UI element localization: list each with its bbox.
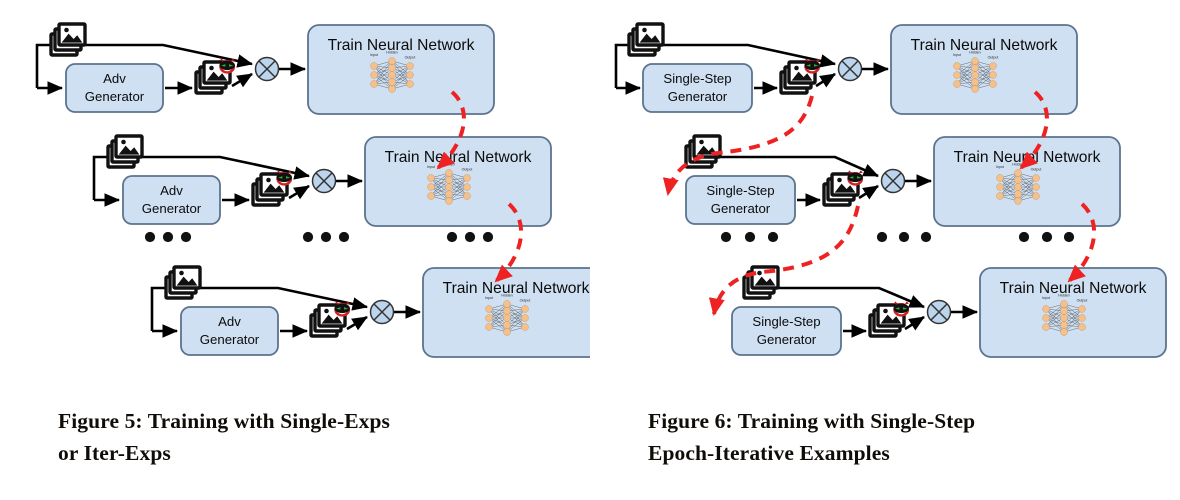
nn-layer-label-input: Input [370, 53, 378, 57]
adv-generator-label-line1: Adv [103, 71, 126, 86]
pipeline-row-3: Adv Generator Train Neural Network Input… [150, 265, 590, 358]
ellipsis-group-2 [302, 231, 350, 243]
adv-generator-label-line2: Generator [200, 332, 260, 347]
nn-layer-label-input: Input [427, 165, 435, 169]
pipeline-row-3: Single-Step Generator Train Neural Netwo… [731, 265, 1167, 358]
nn-layer-label-input: Input [996, 165, 1004, 169]
train-neural-network-label: Train Neural Network [911, 37, 1058, 54]
pipeline-row-1: Single-Step Generator Train Neural Netwo… [614, 22, 1078, 115]
adv-to-merge-arrow [858, 184, 879, 200]
train-neural-network-label: Train Neural Network [328, 37, 475, 54]
clean-image-stack [49, 22, 87, 57]
merge-node [837, 56, 863, 82]
nn-layer-label-output: Output [405, 56, 416, 60]
figure-5-panel: Adv Generator Train Neural Network Input… [0, 0, 590, 500]
train-neural-network-box: Train Neural Network Input Hidden Output [422, 267, 590, 358]
adversarial-image-stack [822, 170, 864, 207]
single-step-generator-box: Single-Step Generator [642, 63, 753, 113]
nn-layer-label-hidden: Hidden [969, 50, 980, 54]
adv-to-merge-arrow [904, 315, 925, 331]
merge-node [880, 168, 906, 194]
figure-5-diagram: Adv Generator Train Neural Network Input… [35, 22, 590, 358]
figure-5-caption-line-2: or Iter-Exps [58, 441, 171, 465]
ellipsis-group-3 [446, 231, 494, 243]
adversarial-image-stack [194, 58, 236, 95]
single-step-generator-box: Single-Step Generator [731, 306, 842, 356]
merge-node [369, 299, 395, 325]
figure-6-diagram: Single-Step Generator Train Neural Netwo… [614, 22, 1167, 358]
adversarial-image-stack [779, 58, 821, 95]
merge-node [311, 168, 337, 194]
adv-generator-label-line1: Adv [218, 314, 241, 329]
merge-node [254, 56, 280, 82]
single-step-generator-label-line2: Generator [668, 89, 728, 104]
ellipsis-group-2 [876, 231, 932, 243]
train-neural-network-box: Train Neural Network Input Hidden Output [307, 24, 495, 115]
figure-5-caption-line-1: Figure 5: Training with Single-Exps [58, 409, 391, 433]
pipeline-row-2: Adv Generator Train Neural Network Input… [92, 134, 552, 227]
nn-layer-label-output: Output [1077, 299, 1088, 303]
figure-root: Adv Generator Train Neural Network Input… [0, 0, 1180, 500]
adv-to-merge-arrow [346, 315, 368, 331]
nn-layer-label-hidden: Hidden [1058, 293, 1069, 297]
train-neural-network-label: Train Neural Network [443, 280, 590, 297]
train-neural-network-label: Train Neural Network [1000, 280, 1147, 297]
adversarial-image-stack [309, 301, 351, 338]
train-neural-network-box: Train Neural Network Input Hidden Output [933, 136, 1121, 227]
adv-generator-box: Adv Generator [122, 175, 221, 225]
nn-layer-label-input: Input [953, 53, 961, 57]
single-step-generator-label-line2: Generator [711, 201, 771, 216]
nn-layer-label-output: Output [462, 168, 473, 172]
figure-6-caption-line-2: Epoch-Iterative Examples [648, 441, 890, 465]
single-step-generator-label-line2: Generator [757, 332, 817, 347]
merge-node [926, 299, 952, 325]
ellipsis-group-1 [720, 231, 779, 243]
ellipsis-row [144, 231, 494, 243]
ellipsis-row [720, 231, 1075, 243]
ellipsis-group-1 [144, 231, 192, 243]
clean-image-stack [627, 22, 665, 57]
figure-6-caption-line-1: Figure 6: Training with Single-Step [648, 409, 976, 433]
adv-to-merge-arrow [815, 72, 836, 88]
figure-6-panel: Single-Step Generator Train Neural Netwo… [590, 0, 1180, 500]
adversarial-image-stack [868, 301, 910, 338]
clean-image-stack [164, 265, 202, 300]
nn-layer-label-output: Output [520, 299, 531, 303]
train-neural-network-label: Train Neural Network [385, 149, 532, 166]
nn-layer-label-hidden: Hidden [386, 50, 397, 54]
single-step-generator-box: Single-Step Generator [685, 175, 796, 225]
train-neural-network-box: Train Neural Network Input Hidden Output [890, 24, 1078, 115]
adv-generator-box: Adv Generator [65, 63, 164, 113]
clean-image-stack [106, 134, 144, 169]
nn-layer-label-output: Output [1031, 168, 1042, 172]
train-neural-network-box: Train Neural Network Input Hidden Output [364, 136, 552, 227]
adversarial-image-stack [251, 170, 293, 207]
adv-generator-label-line2: Generator [142, 201, 202, 216]
figure-5-caption: Figure 5: Training with Single-Exps or I… [58, 405, 558, 469]
pipeline-row-1: Adv Generator Train Neural Network Input… [35, 22, 495, 115]
nn-layer-label-input: Input [1042, 296, 1050, 300]
adv-to-merge-arrow [288, 184, 310, 200]
train-neural-network-box: Train Neural Network Input Hidden Output [979, 267, 1167, 358]
nn-layer-label-hidden: Hidden [501, 293, 512, 297]
adv-generator-label-line1: Adv [160, 183, 183, 198]
single-step-generator-label-line1: Single-Step [752, 314, 820, 329]
nn-layer-label-output: Output [988, 56, 999, 60]
single-step-generator-label-line1: Single-Step [663, 71, 731, 86]
ellipsis-group-3 [1018, 231, 1075, 243]
figure-6-caption: Figure 6: Training with Single-Step Epoc… [648, 405, 1148, 469]
adv-generator-box: Adv Generator [180, 306, 279, 356]
adv-generator-label-line2: Generator [85, 89, 145, 104]
adv-to-merge-arrow [231, 72, 253, 88]
nn-layer-label-input: Input [485, 296, 493, 300]
single-step-generator-label-line1: Single-Step [706, 183, 774, 198]
